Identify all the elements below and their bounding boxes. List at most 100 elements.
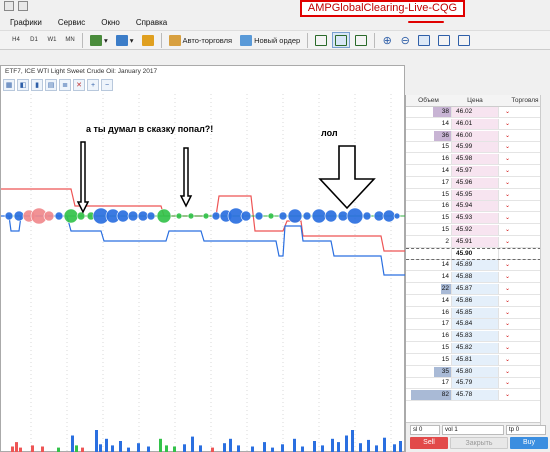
order-chevron-icon[interactable]: ⌄ bbox=[505, 155, 510, 163]
chart-window[interactable]: ETF7, ICE WTI Light Sweet Crude Oil: Jan… bbox=[0, 65, 405, 452]
order-chevron-icon[interactable]: ⌄ bbox=[505, 273, 510, 281]
volume-field[interactable]: vol 1 bbox=[442, 425, 504, 435]
dom-price-cell[interactable]: 45.80 bbox=[451, 366, 499, 377]
dom-price-cell[interactable]: 45.99 bbox=[451, 142, 499, 153]
dom-price-cell[interactable]: 45.78 bbox=[451, 390, 499, 401]
new-order-button[interactable]: Новый ордер bbox=[237, 32, 303, 48]
dom-price-cell[interactable]: 45.92 bbox=[451, 225, 499, 235]
auto-scroll-button[interactable] bbox=[435, 32, 453, 48]
dom-row[interactable]: 14 45.97 ⌄ bbox=[406, 166, 550, 177]
dom-price-cell[interactable]: 45.94 bbox=[451, 201, 499, 212]
order-chevron-icon[interactable]: ⌄ bbox=[505, 261, 510, 269]
order-chevron-icon[interactable]: ⌄ bbox=[505, 379, 510, 387]
order-chevron-icon[interactable]: ⌄ bbox=[505, 108, 510, 116]
dom-price-cell[interactable]: 45.88 bbox=[451, 272, 499, 283]
order-chevron-icon[interactable]: ⌄ bbox=[505, 226, 510, 234]
dom-row[interactable]: 15 45.92 ⌄ bbox=[406, 225, 550, 236]
order-chevron-icon[interactable]: ⌄ bbox=[505, 368, 510, 376]
timeframe-mn[interactable]: MN bbox=[62, 37, 78, 43]
dom-price-cell[interactable]: 45.82 bbox=[451, 343, 499, 353]
menu-item-tools[interactable]: Сервис bbox=[58, 18, 85, 27]
order-chevron-icon[interactable]: ⌄ bbox=[505, 344, 510, 352]
dom-row[interactable]: 15 45.82 ⌄ bbox=[406, 343, 550, 354]
profiles-button[interactable]: ▾ bbox=[113, 32, 137, 48]
dom-row[interactable]: 16 45.83 ⌄ bbox=[406, 331, 550, 343]
dom-price-cell[interactable]: 45.93 bbox=[451, 213, 499, 224]
order-chevron-icon[interactable]: ⌄ bbox=[505, 179, 510, 187]
chart-grid-button[interactable]: ▦ bbox=[3, 79, 15, 91]
dom-price-cell[interactable]: 45.91 bbox=[451, 236, 499, 247]
zoom-in-button[interactable]: ⊕ bbox=[379, 32, 395, 48]
dom-price-cell[interactable]: 45.90 bbox=[451, 248, 499, 259]
candle-chart-button[interactable] bbox=[332, 32, 351, 48]
chart-levels-button[interactable]: ≣ bbox=[59, 79, 71, 91]
order-chevron-icon[interactable]: ⌄ bbox=[505, 143, 510, 151]
new-chart-button[interactable]: ▾ bbox=[87, 32, 111, 48]
menu-item-help[interactable]: Справка bbox=[136, 18, 167, 27]
dom-row[interactable]: 15 45.93 ⌄ bbox=[406, 213, 550, 225]
dom-row[interactable]: 15 45.99 ⌄ bbox=[406, 142, 550, 154]
line-chart-button[interactable] bbox=[352, 32, 370, 48]
order-chevron-icon[interactable]: ⌄ bbox=[505, 320, 510, 328]
dom-row[interactable]: 35 45.80 ⌄ bbox=[406, 366, 550, 378]
dom-row[interactable]: 16 45.98 ⌄ bbox=[406, 154, 550, 166]
dom-row[interactable]: 14 46.01 ⌄ bbox=[406, 118, 550, 130]
auto-trading-button[interactable]: Авто-торговля bbox=[166, 32, 236, 48]
chart-scale-button[interactable]: ▤ bbox=[45, 79, 57, 91]
chart-volume-button[interactable]: ▮ bbox=[31, 79, 43, 91]
order-chevron-icon[interactable]: ⌄ bbox=[505, 167, 510, 175]
close-position-button[interactable]: Закрыть bbox=[450, 437, 508, 449]
dom-row[interactable]: 45.90 bbox=[406, 248, 550, 260]
menu-item-window[interactable]: Окно bbox=[101, 18, 120, 27]
tp-field[interactable]: tp 0 bbox=[506, 425, 546, 435]
order-chevron-icon[interactable]: ⌄ bbox=[505, 120, 510, 128]
chart-trades-button[interactable]: ◧ bbox=[17, 79, 29, 91]
dom-price-cell[interactable]: 45.96 bbox=[451, 177, 499, 188]
dom-row[interactable]: 15 45.81 ⌄ bbox=[406, 354, 550, 366]
vertical-scrollbar[interactable] bbox=[540, 95, 550, 425]
timeframe-d1[interactable]: D1 bbox=[26, 37, 42, 43]
order-chevron-icon[interactable]: ⌄ bbox=[505, 309, 510, 317]
timeframe-h4[interactable]: H4 bbox=[8, 37, 24, 43]
dom-price-cell[interactable]: 45.98 bbox=[451, 154, 499, 165]
chart-clear-button[interactable]: ✕ bbox=[73, 79, 85, 91]
dom-price-cell[interactable]: 46.00 bbox=[451, 130, 499, 141]
dom-price-cell[interactable]: 45.86 bbox=[451, 295, 499, 306]
sl-field[interactable]: sl 0 bbox=[410, 425, 440, 435]
buy-button[interactable]: Buy bbox=[510, 437, 548, 449]
dom-row[interactable]: 82 45.78 ⌄ bbox=[406, 390, 550, 402]
dom-row[interactable]: 17 45.96 ⌄ bbox=[406, 177, 550, 189]
dom-price-cell[interactable]: 45.97 bbox=[451, 166, 499, 176]
dom-row[interactable]: 15 45.95 ⌄ bbox=[406, 189, 550, 201]
order-chevron-icon[interactable]: ⌄ bbox=[505, 214, 510, 222]
chart-zoom-in-button[interactable]: + bbox=[87, 79, 99, 91]
timeframe-w1[interactable]: W1 bbox=[44, 37, 60, 43]
dom-price-cell[interactable]: 45.81 bbox=[451, 354, 499, 365]
bar-chart-button[interactable] bbox=[312, 32, 330, 48]
dom-row[interactable]: 22 45.87 ⌄ bbox=[406, 284, 550, 295]
dom-row[interactable]: 14 45.89 ⌄ bbox=[406, 260, 550, 272]
order-chevron-icon[interactable]: ⌄ bbox=[505, 132, 510, 140]
dom-price-cell[interactable]: 46.01 bbox=[451, 118, 499, 129]
tile-windows-button[interactable] bbox=[415, 32, 433, 48]
dom-price-cell[interactable]: 45.79 bbox=[451, 378, 499, 389]
dom-row[interactable]: 17 45.79 ⌄ bbox=[406, 378, 550, 390]
zoom-out-button[interactable]: ⊖ bbox=[397, 32, 413, 48]
order-chevron-icon[interactable]: ⌄ bbox=[505, 356, 510, 364]
dom-price-cell[interactable]: 45.87 bbox=[451, 284, 499, 294]
dom-price-cell[interactable]: 45.84 bbox=[451, 319, 499, 330]
dom-row[interactable]: 38 46.02 ⌄ bbox=[406, 107, 550, 118]
dom-row[interactable]: 2 45.91 ⌄ bbox=[406, 236, 550, 248]
window-control-button[interactable] bbox=[18, 1, 28, 11]
dom-price-cell[interactable]: 45.85 bbox=[451, 307, 499, 318]
dom-row[interactable]: 36 46.00 ⌄ bbox=[406, 130, 550, 142]
order-chevron-icon[interactable]: ⌄ bbox=[505, 238, 510, 246]
order-chevron-icon[interactable]: ⌄ bbox=[505, 332, 510, 340]
navigator-button[interactable] bbox=[139, 32, 157, 48]
dom-price-cell[interactable]: 45.89 bbox=[451, 260, 499, 271]
dom-row[interactable]: 16 45.85 ⌄ bbox=[406, 307, 550, 319]
dom-price-cell[interactable]: 45.95 bbox=[451, 189, 499, 200]
dom-row[interactable]: 16 45.94 ⌄ bbox=[406, 201, 550, 213]
dom-row[interactable]: 14 45.88 ⌄ bbox=[406, 272, 550, 284]
order-chevron-icon[interactable]: ⌄ bbox=[505, 297, 510, 305]
